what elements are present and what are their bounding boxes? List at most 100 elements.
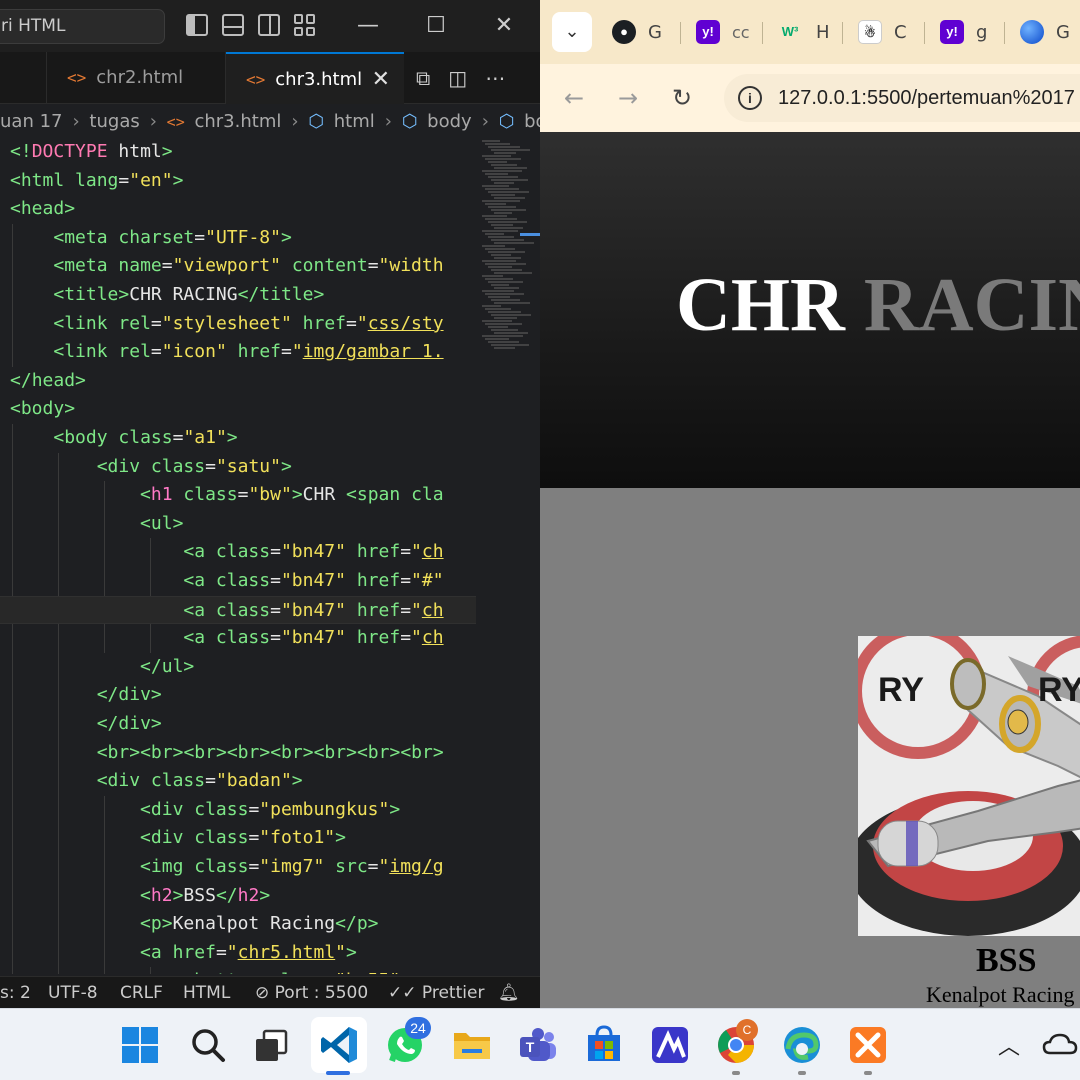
customize-layout-icon[interactable] <box>294 14 316 36</box>
browser-tab[interactable]: y! g <box>940 14 987 50</box>
code-line[interactable]: <div class="pembungkus"> <box>0 796 476 825</box>
code-line[interactable]: </div> <box>0 681 476 710</box>
windows-start-icon[interactable] <box>118 1023 162 1067</box>
code-line[interactable]: <img class="img7" src="img/g <box>0 853 476 882</box>
code-line[interactable]: <a class="bn47" href="ch <box>0 624 476 653</box>
code-line[interactable]: <h2>BSS</h2> <box>0 882 476 911</box>
minimap-line <box>482 140 500 142</box>
code-line[interactable]: <body> <box>0 395 476 424</box>
page-header: CHR RACIN <box>540 132 1080 488</box>
code-line[interactable]: <head> <box>0 195 476 224</box>
code-line[interactable]: <!DOCTYPE html> <box>0 138 476 167</box>
open-preview-icon[interactable]: ⧉ <box>416 66 430 90</box>
code-editor[interactable]: <!DOCTYPE html> <html lang="en"> <head> <m… <box>0 138 476 974</box>
minimap-line <box>491 164 517 166</box>
breadcrumb-element[interactable]: body <box>427 111 472 132</box>
breadcrumb-element[interactable]: body <box>524 111 540 132</box>
code-line[interactable]: <p>Kenalpot Racing</p> <box>0 910 476 939</box>
toggle-primary-sidebar-icon[interactable] <box>186 14 208 36</box>
tab-chr2[interactable]: <> chr2.html <box>46 52 226 104</box>
code-line[interactable]: <a class="bn47" href="#" <box>0 567 476 596</box>
browser-tab-label: C <box>894 21 907 43</box>
microsoft-store-icon[interactable] <box>582 1023 626 1067</box>
code-line[interactable]: </div> <box>0 710 476 739</box>
chrome-icon[interactable]: C <box>714 1019 758 1067</box>
code-line[interactable]: <html lang="en"> <box>0 167 476 196</box>
browser-tab[interactable]: G <box>1020 14 1070 50</box>
live-server-status[interactable]: ⊘ Port : 5500 <box>255 977 368 1009</box>
code-line[interactable]: <body class="a1"> <box>0 424 476 453</box>
search-icon[interactable] <box>186 1023 230 1067</box>
code-line[interactable]: <title>CHR RACING</title> <box>0 281 476 310</box>
minimap-line <box>488 161 507 163</box>
toggle-panel-icon[interactable] <box>222 14 244 36</box>
reload-button[interactable]: ↻ <box>664 80 700 116</box>
minimap-line <box>494 287 519 289</box>
split-editor-icon[interactable]: ◫ <box>448 66 467 90</box>
more-actions-icon[interactable]: ⋯ <box>485 66 505 90</box>
teams-icon[interactable]: T <box>516 1023 560 1067</box>
code-line[interactable]: </head> <box>0 367 476 396</box>
eol-status[interactable]: CRLF <box>120 977 163 1009</box>
code-line[interactable]: <a class="bn47" href="ch <box>0 595 476 625</box>
code-line[interactable]: <br><br><br><br><br><br><br><br> <box>0 739 476 768</box>
task-view-icon[interactable] <box>250 1023 294 1067</box>
browser-tab[interactable]: W³ H <box>776 14 830 50</box>
file-explorer-icon[interactable] <box>450 1023 494 1067</box>
code-line[interactable]: <meta charset="UTF-8"> <box>0 224 476 253</box>
close-tab-icon[interactable]: ✕ <box>372 54 390 106</box>
minimap-line <box>488 221 527 223</box>
site-info-icon[interactable]: i <box>738 86 762 110</box>
tab-chr3[interactable]: <> chr3.html ✕ <box>226 52 404 104</box>
code-line[interactable]: <a href="chr5.html"> <box>0 939 476 968</box>
xampp-icon[interactable] <box>846 1023 890 1067</box>
command-center-search[interactable]: ri HTML <box>0 9 165 44</box>
vscode-icon[interactable] <box>317 1023 361 1067</box>
forward-button[interactable]: → <box>610 80 646 116</box>
minimap-line <box>482 260 516 262</box>
language-status[interactable]: HTML <box>183 977 230 1009</box>
code-line[interactable]: <div class="satu"> <box>0 453 476 482</box>
minimap-line <box>494 182 514 184</box>
browser-tab-label: g <box>976 21 988 43</box>
minimap-line <box>494 197 525 199</box>
code-line[interactable]: <div class="badan"> <box>0 767 476 796</box>
indentation-status[interactable]: s: 2 <box>0 977 31 1009</box>
breadcrumb-file[interactable]: chr3.html <box>194 111 281 132</box>
minimap-line <box>482 230 518 232</box>
editor-app-icon[interactable] <box>648 1023 692 1067</box>
reload-icon: ↻ <box>671 84 693 112</box>
notifications-bell-icon[interactable]: 🔔︎ <box>498 977 520 1009</box>
maximize-button[interactable]: ☐ <box>416 12 456 40</box>
show-hidden-icons-chevron-icon[interactable]: ︿ <box>998 1029 1020 1061</box>
minimap-line <box>482 185 509 187</box>
address-bar[interactable]: i 127.0.0.1:5500/pertemuan%2017 <box>724 74 1080 122</box>
browser-tab[interactable]: ● G <box>612 14 662 50</box>
minimize-button[interactable]: — <box>348 12 388 40</box>
browser-tab[interactable]: ☃ C <box>858 14 907 50</box>
toggle-secondary-sidebar-icon[interactable] <box>258 14 280 36</box>
back-button[interactable]: ← <box>556 80 592 116</box>
running-app-indicator <box>864 1071 872 1075</box>
code-line[interactable]: <meta name="viewport" content="width <box>0 252 476 281</box>
whatsapp-icon[interactable]: 24 <box>383 1017 431 1067</box>
code-line[interactable]: <ul> <box>0 510 476 539</box>
tab-search-dropdown[interactable]: ⌄ <box>552 12 592 52</box>
browser-tab[interactable]: y! cc <box>696 14 750 50</box>
prettier-status[interactable]: ✓✓ Prettier <box>388 977 484 1009</box>
breadcrumb-folder[interactable]: uan 17 <box>0 111 62 132</box>
close-window-button[interactable]: ✕ <box>484 12 524 40</box>
cloud-icon[interactable] <box>1042 1031 1078 1063</box>
edge-icon[interactable] <box>780 1023 824 1067</box>
encoding-status[interactable]: UTF-8 <box>48 977 98 1009</box>
code-line[interactable]: <button class="bn55"> <box>0 967 476 974</box>
code-line[interactable]: <a class="bn47" href="ch <box>0 538 476 567</box>
code-line[interactable]: <link rel="stylesheet" href="css/sty <box>0 310 476 339</box>
breadcrumb-element[interactable]: html <box>334 111 375 132</box>
code-line[interactable]: <link rel="icon" href="img/gambar 1. <box>0 338 476 367</box>
breadcrumb-folder[interactable]: tugas <box>89 111 139 132</box>
code-line[interactable]: </ul> <box>0 653 476 682</box>
code-line[interactable]: <div class="foto1"> <box>0 824 476 853</box>
code-line[interactable]: <h1 class="bw">CHR <span cla <box>0 481 476 510</box>
minimap[interactable] <box>476 138 540 974</box>
